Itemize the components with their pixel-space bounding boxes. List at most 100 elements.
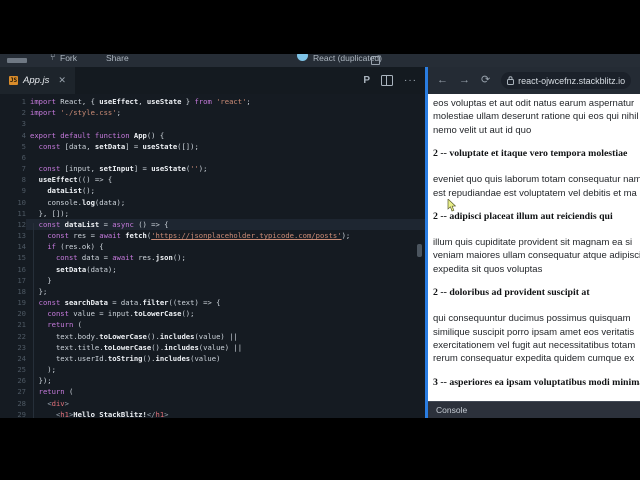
code-line[interactable]: return ( <box>26 386 425 397</box>
tab-label: App.js <box>23 75 50 86</box>
code-line[interactable]: const [data, setData] = useState([]); <box>26 141 425 152</box>
post-body-line: similique suscipit porro ipsam amet eos … <box>433 326 635 338</box>
post-body-line: rerum consequatur expedita quidem cumque… <box>433 353 635 365</box>
line-number: 7 <box>21 164 26 174</box>
code-line[interactable]: text.userId.toString().includes(value) <box>26 353 425 364</box>
code-line[interactable]: setData(data); <box>26 264 425 275</box>
code-line[interactable]: if (res.ok) { <box>26 241 425 252</box>
forward-icon[interactable]: → <box>459 75 470 86</box>
line-number: 9 <box>21 186 26 196</box>
post-heading: 2 -- doloribus ad provident suscipit at <box>433 287 590 299</box>
code-line[interactable]: useEffect(() => { <box>26 174 425 185</box>
indent-guide <box>33 223 34 418</box>
address-url: react-ojwcefnz.stackblitz.io <box>518 75 626 86</box>
code-line[interactable] <box>26 152 425 163</box>
post-body-line: veniam maiores ullam consequatur atque a… <box>433 250 640 262</box>
post-body: eveniet quo quis laborum totam consequat… <box>433 173 640 200</box>
code-line[interactable]: const data = await res.json(); <box>26 252 425 263</box>
refresh-icon[interactable]: ⟳ <box>481 75 490 86</box>
code-line[interactable]: }); <box>26 375 425 386</box>
line-number: 22 <box>17 331 26 341</box>
line-number: 10 <box>17 197 26 207</box>
line-number: 28 <box>17 398 26 408</box>
console-label: Console <box>436 405 468 415</box>
code-editor[interactable]: 1 2 3 4 5 6 7 8 9 10 11 12 13 14 15 16 17 18 19 20 21 22 23 24 2… <box>0 94 425 418</box>
line-number: 6 <box>21 152 26 162</box>
stackblitz-window: ⑂ Fork Share React (duplicated) JS App.j… <box>0 54 640 418</box>
editor-code[interactable]: import React, { useEffect, useState } fr… <box>26 94 425 418</box>
toolbar-left-icon[interactable] <box>7 58 27 63</box>
post-heading: 3 -- asperiores ea ipsam voluptatibus mo… <box>433 376 640 388</box>
fork-icon: ⑂ <box>50 54 56 62</box>
line-number: 25 <box>17 365 26 375</box>
post-body-line: molestiae ullam deserunt ratione qui eos… <box>433 111 639 123</box>
preview-pane: ← → ⟳ react-ojwcefnz.stackblitz.io eos v… <box>428 67 640 418</box>
line-number: 29 <box>17 409 26 418</box>
tab-appjs[interactable]: JS App.js ✕ <box>0 67 75 94</box>
code-line[interactable]: text.title.toLowerCase().includes(value)… <box>26 342 425 353</box>
code-line[interactable]: const dataList = async () => { <box>26 218 425 231</box>
code-line[interactable]: console.log(data); <box>26 197 425 208</box>
editor-pane: JS App.js ✕ P ··· 1 2 3 4 5 6 7 8 9 10 11 12 13 14 15 1… <box>0 67 425 418</box>
code-line[interactable]: <div> <box>26 398 425 409</box>
preview-browser-bar: ← → ⟳ react-ojwcefnz.stackblitz.io <box>428 67 640 94</box>
line-number: 17 <box>17 275 26 285</box>
post-body-line: expedita sit quos voluptas <box>433 263 543 275</box>
main-split: JS App.js ✕ P ··· 1 2 3 4 5 6 7 8 9 10 11 12 13 14 15 1… <box>0 67 640 418</box>
avatar[interactable] <box>297 54 308 61</box>
code-line[interactable]: const [input, setInput] = useState(''); <box>26 163 425 174</box>
share-button[interactable]: Share <box>106 54 129 66</box>
prettier-button[interactable]: P <box>363 75 370 86</box>
code-line[interactable]: } <box>26 275 425 286</box>
code-line[interactable]: import './style.css'; <box>26 107 425 118</box>
code-line[interactable] <box>26 118 425 129</box>
post-body-line: eveniet quo quis laborum totam consequat… <box>433 174 640 186</box>
lock-icon <box>507 76 515 85</box>
line-number: 24 <box>17 353 26 363</box>
post-body: eos voluptas et aut odit natus earum asp… <box>433 97 640 137</box>
line-number: 11 <box>17 208 26 218</box>
line-number: 2 <box>21 108 26 118</box>
post-heading: 2 -- adipisci placeat illum aut reiciend… <box>433 211 613 223</box>
address-bar[interactable]: react-ojwcefnz.stackblitz.io <box>501 72 631 89</box>
fork-button[interactable]: Fork <box>60 54 77 66</box>
line-number: 20 <box>17 309 26 319</box>
line-number: 3 <box>21 119 26 129</box>
code-line[interactable]: const value = input.toLowerCase(); <box>26 308 425 319</box>
code-line[interactable]: import React, { useEffect, useState } fr… <box>26 96 425 107</box>
close-tab-icon[interactable]: ✕ <box>58 75 66 86</box>
more-options-icon[interactable]: ··· <box>404 75 417 86</box>
console-drawer[interactable]: Console <box>428 401 640 418</box>
line-number: 15 <box>17 253 26 263</box>
code-line[interactable]: }; <box>26 286 425 297</box>
editor-gutter: 1 2 3 4 5 6 7 8 9 10 11 12 13 14 15 16 17 18 19 20 21 22 23 24 2… <box>0 94 26 418</box>
top-toolbar: ⑂ Fork Share React (duplicated) <box>0 54 640 67</box>
preview-content[interactable]: eos voluptas et aut odit natus earum asp… <box>428 94 640 401</box>
code-line[interactable]: text.body.toLowerCase().includes(value) … <box>26 331 425 342</box>
post-body-line: eos voluptas et aut odit natus earum asp… <box>433 98 635 109</box>
line-number: 27 <box>17 387 26 397</box>
code-line[interactable]: return ( <box>26 319 425 330</box>
editor-actions: P ··· <box>363 67 417 94</box>
line-number: 1 <box>21 97 26 106</box>
post-body-line: exercitationem vel fugit aut necessitati… <box>433 340 636 352</box>
code-line[interactable]: <h1>Hello StackBlitz!</h1> <box>26 409 425 418</box>
code-line[interactable]: }, []); <box>26 208 425 219</box>
post-body: qui consequuntur ducimus possimus quisqu… <box>433 312 640 366</box>
back-icon[interactable]: ← <box>437 75 448 86</box>
line-number: 12 <box>17 219 26 229</box>
code-line[interactable]: ); <box>26 364 425 375</box>
line-number: 5 <box>21 141 26 151</box>
editor-scrollbar[interactable] <box>417 244 422 257</box>
code-line[interactable]: const searchData = data.filter((text) =>… <box>26 297 425 308</box>
post-body-line: illum quis cupiditate provident sit magn… <box>433 237 633 249</box>
post-heading: 2 -- voluptate et itaque vero tempora mo… <box>433 148 628 160</box>
code-line[interactable]: const res = await fetch('https://jsonpla… <box>26 230 425 241</box>
open-in-new-icon[interactable] <box>371 56 380 65</box>
split-editor-icon[interactable] <box>381 75 393 86</box>
code-line[interactable]: dataList(); <box>26 185 425 196</box>
line-number: 4 <box>21 130 26 140</box>
screen-frame: ⑂ Fork Share React (duplicated) JS App.j… <box>0 0 640 480</box>
line-number: 14 <box>17 242 26 252</box>
code-line[interactable]: export default function App() { <box>26 130 425 141</box>
